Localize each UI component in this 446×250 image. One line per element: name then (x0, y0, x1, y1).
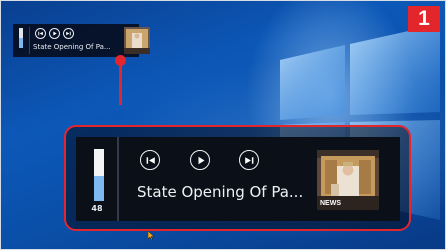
album-thumbnail: NEWS (317, 150, 379, 210)
mini-divider (29, 27, 30, 54)
mini-album-thumbnail (124, 27, 150, 54)
track-title: State Opening Of Pa... (137, 183, 304, 201)
mini-track-title: State Opening Of Pa... (33, 43, 111, 51)
play-icon (53, 31, 57, 36)
skip-previous-icon (146, 157, 155, 164)
play-button[interactable] (190, 150, 210, 170)
skip-next-icon (66, 31, 71, 36)
expanded-player[interactable]: 48 State Opening Of Pa... NEWS (76, 137, 400, 221)
mini-volume-fill (19, 38, 23, 48)
thumbnail-news-label: NEWS (320, 200, 341, 207)
callout-line (119, 60, 122, 105)
next-button[interactable] (239, 150, 259, 170)
callout-dot (115, 55, 126, 66)
skip-previous-icon (38, 31, 43, 36)
mouse-cursor (148, 231, 155, 241)
player-divider (117, 137, 119, 221)
mini-play-button[interactable] (49, 28, 60, 39)
skip-next-icon (245, 157, 254, 164)
mini-next-button[interactable] (63, 28, 74, 39)
previous-button[interactable] (140, 150, 160, 170)
step-number-badge: 1 (408, 6, 440, 32)
mini-volume-bar[interactable] (18, 28, 24, 52)
volume-fill (94, 176, 104, 201)
volume-value: 48 (91, 204, 103, 213)
play-icon (198, 156, 205, 165)
mini-previous-button[interactable] (35, 28, 46, 39)
mini-player[interactable]: State Opening Of Pa... (13, 24, 150, 57)
